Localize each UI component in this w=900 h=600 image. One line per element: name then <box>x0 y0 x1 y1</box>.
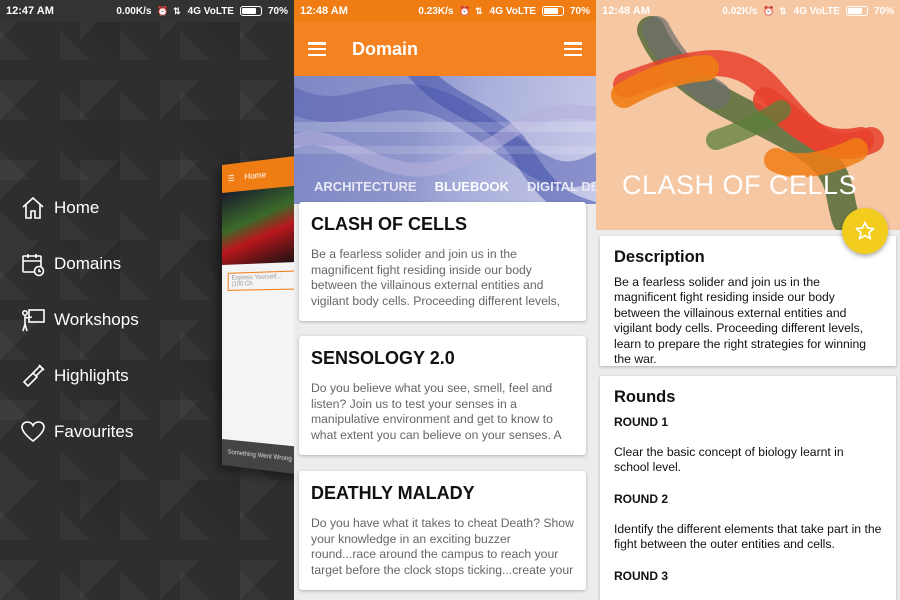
status-time: 12:48 AM <box>602 5 650 17</box>
battery-icon <box>239 6 262 16</box>
battery-icon <box>845 6 868 16</box>
domain-banner: ARCHITECTURE BLUEBOOK DIGITAL DESIGN <box>294 76 596 204</box>
card-title: CLASH OF CELLS <box>311 214 467 234</box>
menu-icon: ☰ <box>227 173 235 183</box>
card-title: SENSOLOGY 2.0 <box>311 348 455 368</box>
status-network: 4G VoLTE <box>489 5 536 17</box>
status-speed: 0.23K/s <box>418 5 454 17</box>
round-label: ROUND 3 <box>614 568 669 583</box>
nav-label: Favourites <box>54 422 134 441</box>
menu-button[interactable] <box>308 42 326 56</box>
home-icon <box>20 195 46 221</box>
nav-item-workshops[interactable]: Workshops <box>20 292 139 348</box>
signal-icon: ⏰ ⇅ <box>459 5 484 16</box>
event-card-deathly-malady[interactable]: DEATHLY MALADY Do you have what it takes… <box>299 471 586 590</box>
drawer-menu: Home Domains Workshops Highlights Favour… <box>20 180 139 460</box>
card-description: Do you believe what you see, smell, feel… <box>311 381 562 442</box>
status-battery: 70% <box>569 5 590 17</box>
event-hero: CLASH OF CELLS <box>596 0 900 230</box>
preview-title: Home <box>244 169 266 182</box>
event-card-clash-of-cells[interactable]: CLASH OF CELLS Be a fearless solider and… <box>299 202 586 321</box>
status-bar: 12:48 AM 0.23K/s ⏰ ⇅ 4G VoLTE 70% <box>294 0 596 22</box>
nav-label: Workshops <box>54 310 139 329</box>
rounds-card: Rounds ROUND 1 Clear the basic concept o… <box>600 376 896 600</box>
status-speed: 0.00K/s <box>116 5 152 17</box>
event-card-sensology[interactable]: SENSOLOGY 2.0 Do you believe what you se… <box>299 336 586 455</box>
status-battery: 70% <box>873 5 894 17</box>
rounds-heading: Rounds <box>614 388 676 406</box>
round-label: ROUND 2 <box>614 491 669 506</box>
status-network: 4G VoLTE <box>793 5 840 17</box>
heart-icon <box>20 419 46 445</box>
tab-bluebook[interactable]: BLUEBOOK <box>434 179 510 204</box>
status-speed: 0.02K/s <box>722 5 758 17</box>
screen-domain-list: 12:48 AM 0.23K/s ⏰ ⇅ 4G VoLTE 70% Domain… <box>294 0 596 600</box>
tab-architecture[interactable]: ARCHITECTURE <box>314 179 417 194</box>
nav-label: Highlights <box>54 366 129 385</box>
flashlight-icon <box>20 363 46 389</box>
screen-event-detail: 12:48 AM 0.02K/s ⏰ ⇅ 4G VoLTE 70% CLASH … <box>596 0 900 600</box>
tab-digital-design[interactable]: DIGITAL DESIGN <box>527 179 596 194</box>
round-label: ROUND 1 <box>614 415 669 429</box>
hero-title: CLASH OF CELLS <box>622 170 858 200</box>
status-battery: 70% <box>267 5 288 17</box>
card-description: Do you have what it takes to cheat Death… <box>311 516 574 577</box>
screen-navigation-drawer: 12:47 AM 0.00K/s ⏰ ⇅ 4G VoLTE 70% Home D… <box>0 0 294 600</box>
nav-item-favourites[interactable]: Favourites <box>20 404 139 460</box>
domain-tabs: ARCHITECTURE BLUEBOOK DIGITAL DESIGN <box>294 168 596 204</box>
nav-item-highlights[interactable]: Highlights <box>20 348 139 404</box>
favourite-button[interactable] <box>842 208 888 254</box>
calendar-icon <box>20 251 46 277</box>
toolbar-title: Domain <box>352 38 419 59</box>
signal-icon: ⏰ ⇅ <box>763 5 788 16</box>
battery-icon <box>541 6 564 16</box>
app-toolbar: Domain <box>294 22 596 76</box>
presentation-icon <box>20 307 46 333</box>
preview-error-footer: Something Went Wrong <box>222 439 294 475</box>
nav-label: Home <box>54 198 100 217</box>
card-description: Be a fearless solider and join us in the… <box>311 247 561 308</box>
card-title: DEATHLY MALADY <box>311 483 475 503</box>
status-network: 4G VoLTE <box>187 5 234 17</box>
star-icon <box>855 221 875 240</box>
preview-banner-image <box>222 184 294 265</box>
description-text: Be a fearless solider and join us in the… <box>614 275 867 367</box>
status-time: 12:47 AM <box>6 5 54 17</box>
status-time: 12:48 AM <box>300 5 348 17</box>
nav-item-home[interactable]: Home <box>20 180 139 236</box>
main-content-preview[interactable]: ☰ Home Express Yourself... (100 Ch Somet… <box>222 155 294 475</box>
round-text: Identify the different elements that tak… <box>614 521 882 552</box>
preview-post-input: Express Yourself... (100 Ch <box>227 270 294 291</box>
description-heading: Description <box>614 248 705 266</box>
round-text: Clear the basic concept of biology learn… <box>614 445 844 475</box>
status-bar: 12:48 AM 0.02K/s ⏰ ⇅ 4G VoLTE 70% <box>596 0 900 22</box>
description-card: Description Be a fearless solider and jo… <box>600 236 896 366</box>
nav-label: Domains <box>54 254 122 273</box>
nav-item-domains[interactable]: Domains <box>20 236 139 292</box>
overflow-menu-button[interactable] <box>564 42 582 56</box>
status-bar: 12:47 AM 0.00K/s ⏰ ⇅ 4G VoLTE 70% <box>0 0 294 22</box>
signal-icon: ⏰ ⇅ <box>157 5 182 16</box>
